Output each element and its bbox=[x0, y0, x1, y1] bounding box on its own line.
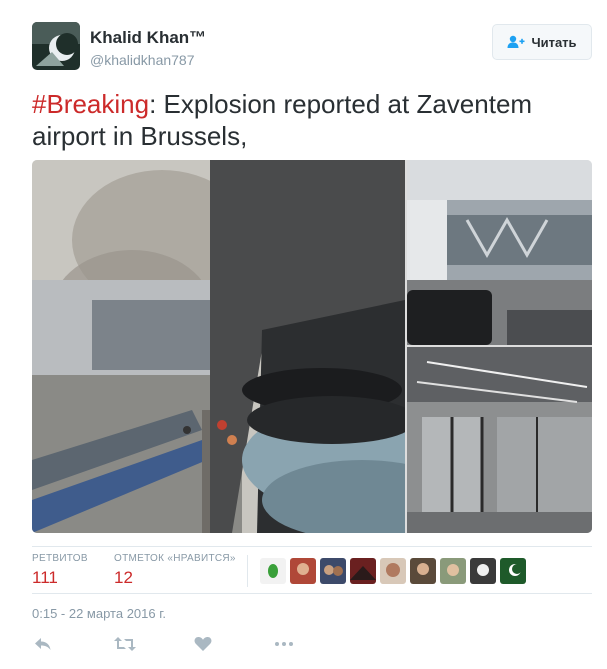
liker-avatar[interactable] bbox=[350, 558, 376, 584]
follow-button-label: Читать bbox=[531, 34, 577, 50]
photo-airport-smoke[interactable] bbox=[32, 160, 462, 533]
more-icon[interactable] bbox=[274, 636, 294, 657]
user-handle[interactable]: @khalidkhan787 bbox=[90, 52, 195, 68]
tweet-stats: РЕТВИТОВ 111 ОТМЕТОК «НРАВИТСЯ» 12 bbox=[32, 546, 592, 594]
retweet-icon[interactable] bbox=[114, 636, 136, 657]
liker-avatar[interactable] bbox=[410, 558, 436, 584]
liker-avatar[interactable] bbox=[380, 558, 406, 584]
add-user-icon bbox=[507, 35, 525, 49]
liker-avatar[interactable] bbox=[500, 558, 526, 584]
likes-count: 12 bbox=[114, 568, 133, 587]
retweets-count: 111 bbox=[32, 568, 58, 587]
media-grid bbox=[32, 160, 592, 533]
liker-avatar[interactable] bbox=[260, 558, 286, 584]
tweet-header: Khalid Khan™ @khalidkhan787 Читать bbox=[32, 22, 592, 72]
tweet-timestamp[interactable]: 0:15 - 22 марта 2016 г. bbox=[32, 606, 166, 621]
reply-icon[interactable] bbox=[34, 636, 52, 657]
photo-terminal-interior[interactable] bbox=[407, 347, 592, 533]
hashtag-link[interactable]: #Breaking bbox=[32, 89, 149, 119]
follow-button[interactable]: Читать bbox=[492, 24, 592, 60]
display-name[interactable]: Khalid Khan™ bbox=[90, 28, 206, 48]
liker-avatars bbox=[260, 558, 526, 584]
tweet-text: #Breaking: Explosion reported at Zavente… bbox=[32, 88, 592, 152]
stats-divider bbox=[247, 555, 248, 587]
tweet-actions bbox=[32, 636, 592, 658]
avatar[interactable] bbox=[32, 22, 80, 70]
photo-terminal-exterior[interactable] bbox=[407, 160, 592, 345]
retweets-label: РЕТВИТОВ bbox=[32, 553, 88, 564]
liker-avatar[interactable] bbox=[470, 558, 496, 584]
likes-stat[interactable]: ОТМЕТОК «НРАВИТСЯ» 12 bbox=[114, 553, 236, 588]
liker-avatar[interactable] bbox=[290, 558, 316, 584]
likes-label: ОТМЕТОК «НРАВИТСЯ» bbox=[114, 553, 236, 564]
liker-avatar[interactable] bbox=[320, 558, 346, 584]
retweets-stat[interactable]: РЕТВИТОВ 111 bbox=[32, 553, 88, 588]
liker-avatar[interactable] bbox=[440, 558, 466, 584]
heart-icon[interactable] bbox=[194, 636, 212, 657]
